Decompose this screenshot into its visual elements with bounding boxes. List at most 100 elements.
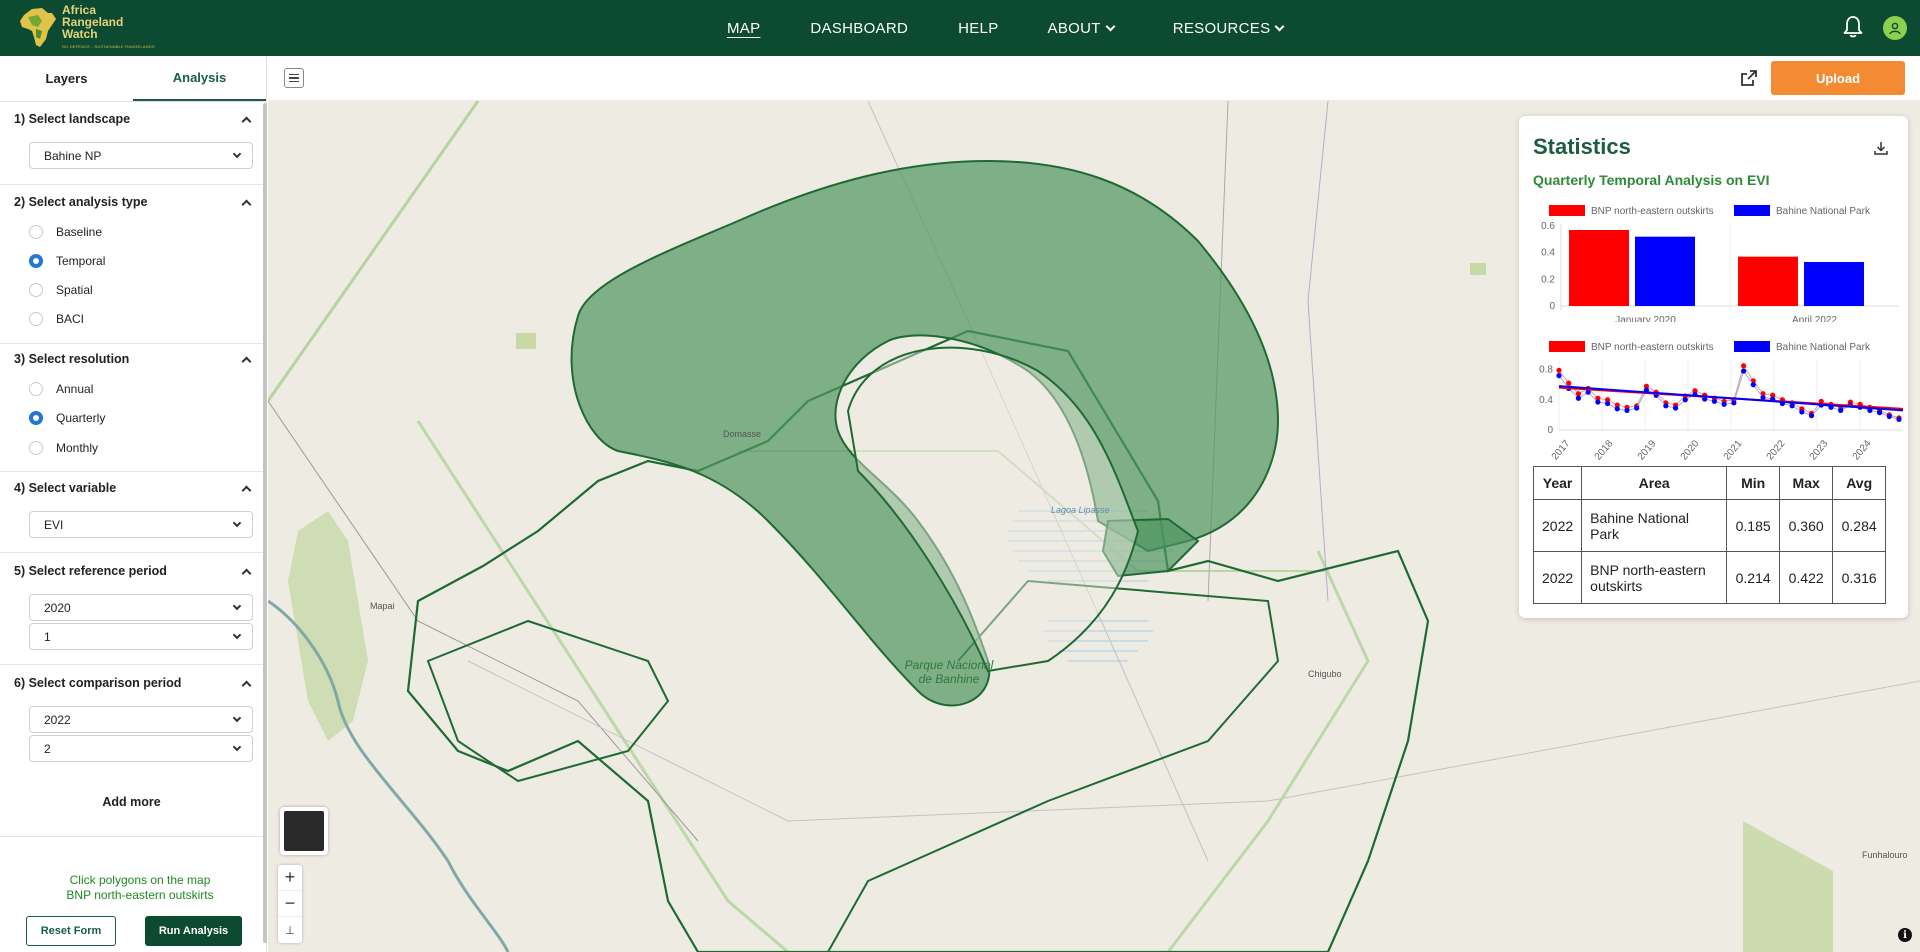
statistics-table: Year Area Min Max Avg 2022 Bahine Nation… — [1532, 466, 1887, 604]
landscape-select[interactable]: Bahine NP — [29, 142, 253, 169]
basemap-thumbnail — [284, 811, 324, 851]
data-point — [1896, 416, 1902, 423]
vegetation-patch — [516, 333, 536, 349]
data-point — [1711, 398, 1718, 404]
map-label-chigubo: Chigubo — [1308, 669, 1342, 679]
comparison-quarter-select[interactable]: 2 — [29, 735, 253, 762]
data-point — [1663, 403, 1669, 409]
section-comparison-header[interactable]: 6) Select comparison period — [14, 673, 254, 693]
radio-button[interactable] — [29, 382, 43, 396]
radio-button[interactable] — [29, 225, 43, 239]
reference-year-value: 2020 — [44, 600, 71, 615]
statistics-title: Statistics — [1533, 134, 1631, 159]
data-point — [1886, 413, 1892, 419]
tab-analysis[interactable]: Analysis — [133, 56, 266, 101]
add-more-button[interactable]: Add more — [0, 795, 263, 809]
section-resolution-title: 3) Select resolution — [14, 352, 130, 366]
table-row: 2022 BNP north-eastern outskirts 0.214 0… — [1532, 551, 1887, 604]
africa-continent-logo-icon — [20, 8, 56, 47]
data-point — [1789, 403, 1795, 409]
radio-temporal[interactable]: Temporal — [29, 254, 105, 268]
section-variable-title: 4) Select variable — [14, 481, 117, 495]
nav-about-dropdown[interactable]: ABOUT — [1047, 19, 1116, 37]
bar — [1738, 256, 1798, 306]
external-link-icon[interactable] — [1739, 68, 1759, 88]
reference-quarter-select[interactable]: 1 — [29, 623, 253, 650]
radio-button[interactable] — [29, 312, 43, 326]
park-boundary-line — [416, 420, 789, 952]
section-analysis-type-title: 2) Select analysis type — [14, 195, 148, 209]
upload-button[interactable]: Upload — [1771, 61, 1905, 95]
radio-button-checked[interactable] — [29, 254, 43, 268]
notification-bell-icon[interactable] — [1842, 15, 1864, 39]
radio-baseline[interactable]: Baseline — [29, 225, 102, 239]
attribution-info-icon[interactable]: i — [1898, 928, 1912, 942]
chevron-up-icon — [241, 680, 252, 690]
statistics-panel: Statistics Quarterly Temporal Analysis o… — [1519, 116, 1908, 618]
run-analysis-button[interactable]: Run Analysis — [145, 916, 242, 946]
vegetation-area — [288, 511, 368, 741]
sidebar-scrollbar[interactable] — [263, 103, 267, 943]
x-tick-label: April 2022 — [1792, 315, 1837, 322]
nav-resources-label: RESOURCES — [1172, 19, 1271, 37]
table-cell: 2022 — [1532, 499, 1583, 552]
zoom-in-button[interactable]: + — [278, 865, 302, 891]
basemap-switcher[interactable] — [280, 807, 328, 855]
data-point — [1672, 405, 1679, 411]
legend-label: Bahine National Park — [1776, 342, 1871, 353]
data-point — [1595, 399, 1601, 405]
section-reference-header[interactable]: 5) Select reference period — [14, 561, 254, 581]
radio-button[interactable] — [29, 441, 43, 455]
download-icon[interactable] — [1873, 140, 1889, 156]
table-header-cell: Year — [1532, 466, 1583, 500]
nav-map-link[interactable]: MAP — [727, 20, 760, 37]
y-tick-label: 0.4 — [1541, 248, 1555, 259]
radio-annual[interactable]: Annual — [29, 382, 93, 396]
legend-swatch — [1734, 205, 1770, 216]
radio-button[interactable] — [29, 283, 43, 297]
data-point — [1876, 410, 1883, 416]
section-resolution-header[interactable]: 3) Select resolution — [14, 349, 254, 369]
reset-form-button[interactable]: Reset Form — [26, 916, 116, 946]
radio-temporal-label: Temporal — [56, 254, 106, 268]
line-chart[interactable]: BNP north-eastern outskirts Bahine Nation… — [1519, 338, 1908, 460]
data-point — [1634, 405, 1640, 411]
hamburger-menu-icon[interactable] — [284, 68, 304, 88]
nav-about-label: ABOUT — [1047, 19, 1101, 37]
radio-monthly[interactable]: Monthly — [29, 441, 98, 455]
x-tick-label: 2023 — [1808, 438, 1831, 460]
data-point — [1721, 401, 1727, 407]
tab-layers[interactable]: Layers — [0, 56, 133, 101]
user-avatar[interactable] — [1883, 16, 1907, 40]
section-comparison-title: 6) Select comparison period — [14, 676, 182, 690]
nav-dashboard-link[interactable]: DASHBOARD — [810, 20, 908, 37]
radio-button-checked[interactable] — [29, 411, 43, 425]
comparison-year-select[interactable]: 2022 — [29, 706, 253, 733]
radio-quarterly[interactable]: Quarterly — [29, 411, 105, 425]
park-boundary-line — [268, 101, 480, 402]
y-tick-label: 0.4 — [1539, 395, 1553, 406]
legend-label: BNP north-eastern outskirts — [1591, 206, 1714, 217]
chevron-down-icon — [232, 601, 242, 610]
table-header-cell: Min — [1726, 466, 1781, 500]
nav-help-link[interactable]: HELP — [958, 20, 998, 37]
variable-select[interactable]: EVI — [29, 511, 253, 538]
compass-reset-north-icon[interactable]: ⊥ — [278, 917, 302, 943]
section-variable-header[interactable]: 4) Select variable — [14, 478, 254, 498]
nav-resources-dropdown[interactable]: RESOURCES — [1172, 19, 1285, 37]
reference-year-select[interactable]: 2020 — [29, 594, 253, 621]
bar — [1569, 230, 1629, 306]
legend-swatch — [1549, 341, 1585, 352]
radio-baci[interactable]: BACI — [29, 312, 84, 326]
map-toolbar: Upload — [268, 56, 1920, 101]
nav-help-label: HELP — [958, 19, 999, 37]
radio-spatial[interactable]: Spatial — [29, 283, 93, 297]
section-analysis-type-header[interactable]: 2) Select analysis type — [14, 192, 254, 212]
chevron-down-icon — [232, 518, 242, 527]
chevron-up-icon — [241, 568, 252, 578]
zoom-out-button[interactable]: − — [278, 891, 302, 917]
bar-chart[interactable]: BNP north-eastern outskirts Bahine Nation… — [1519, 202, 1908, 322]
section-divider — [0, 836, 263, 837]
africa-rangeland-watch-logo[interactable]: Africa Rangeland Watch NO DEFENCE - SUST… — [18, 4, 178, 50]
section-landscape-header[interactable]: 1) Select landscape — [14, 109, 254, 129]
